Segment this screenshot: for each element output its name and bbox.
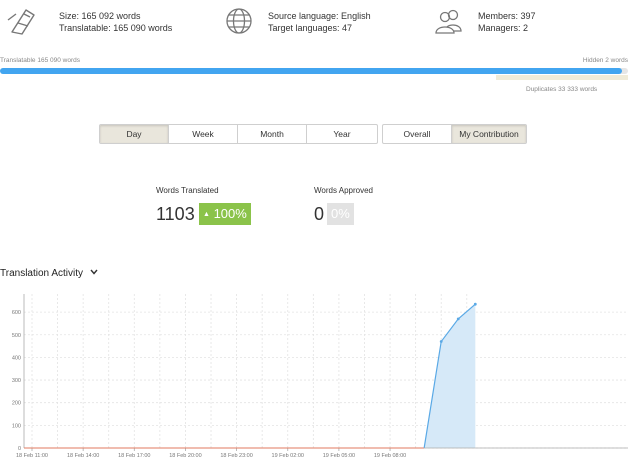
size-text: Size: 165 092 words [59,11,141,21]
hidden-label: Hidden 2 words [582,57,628,64]
words-translated-label: Words Translated [156,186,219,195]
tab-month[interactable]: Month [238,125,307,143]
words-approved-value: 0 [314,204,325,224]
managers-text: Managers: 2 [478,23,529,33]
translated-change-badge: ▲ 100% [199,203,251,225]
calipers-icon [4,6,40,36]
globe-icon [224,6,254,36]
source-language-text: Source language: English [268,11,371,21]
up-arrow-icon: ▲ [203,211,210,218]
x-tick-label: 18 Feb 20:00 [169,453,201,459]
x-tick-label: 19 Feb 05:00 [323,453,355,459]
approved-change-badge: 0% [327,203,354,225]
x-tick-label: 18 Feb 14:00 [67,453,99,459]
data-point [439,340,443,343]
tab-day[interactable]: Day [100,125,169,143]
progress-bar [0,68,628,74]
series-area [424,304,476,448]
x-tick-label: 19 Feb 08:00 [374,453,406,459]
members-text: Members: 397 [478,11,536,21]
activity-chart: 0 100 200 300 400 500 600 18 Feb 11:00 18 Feb 14… [12,294,628,459]
y-tick-label: 100 [12,423,21,429]
y-tick-label: 400 [12,355,21,361]
progress-fill [0,68,622,74]
translation-activity-label: Translation Activity [0,268,83,279]
x-tick-label: 18 Feb 11:00 [16,453,48,459]
translatable-label: Translatable 165 090 words [0,57,80,64]
y-tick-label: 0 [18,446,21,452]
target-languages-text: Target languages: 47 [268,23,353,33]
duplicates-label: Duplicates 33 333 words [526,86,598,93]
period-tabs: Day Week Month Year [99,124,378,144]
members-icon [434,6,464,36]
x-tick-label: 18 Feb 17:00 [118,453,150,459]
words-translated-value: 1103 [156,204,195,224]
tab-overall[interactable]: Overall [383,125,452,143]
tab-my-contribution[interactable]: My Contribution [452,125,526,143]
chevron-down-icon [90,267,98,278]
tab-year[interactable]: Year [307,125,377,143]
y-tick-label: 200 [12,401,21,407]
data-point [473,302,477,306]
y-tick-label: 500 [12,333,21,339]
scope-tabs: Overall My Contribution [382,124,527,144]
x-tick-label: 19 Feb 02:00 [272,453,304,459]
y-tick-label: 300 [12,378,21,384]
translated-change-text: 100% [213,206,247,221]
translation-activity-title[interactable]: Translation Activity [0,267,98,279]
duplicates-bar [496,75,628,80]
x-tick-label: 18 Feb 23:00 [220,453,252,459]
data-point [456,317,460,321]
translatable-text: Translatable: 165 090 words [59,23,173,33]
words-approved-label: Words Approved [314,186,373,195]
tab-week[interactable]: Week [169,125,238,143]
y-tick-label: 600 [12,310,21,316]
approved-change-text: 0% [331,206,350,221]
